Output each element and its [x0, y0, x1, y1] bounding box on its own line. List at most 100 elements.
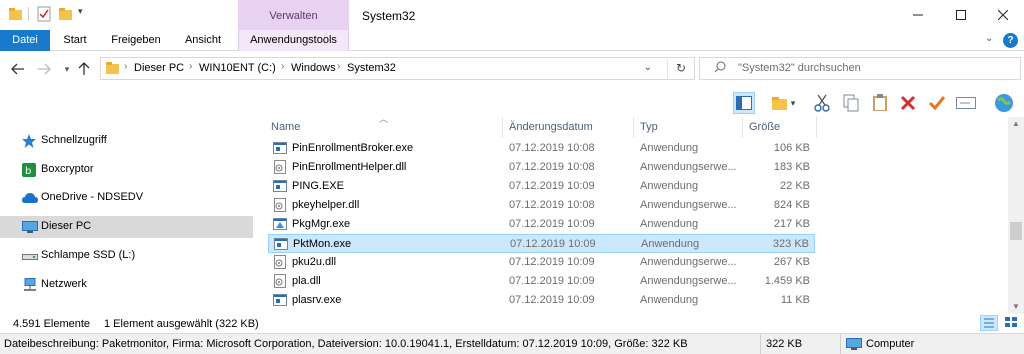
nav-item-this-pc[interactable]: Dieser PC: [0, 216, 253, 238]
maximize-icon: [956, 10, 966, 20]
column-divider[interactable]: [633, 117, 634, 138]
svg-text:b: b: [25, 166, 31, 177]
select-button[interactable]: [926, 92, 948, 114]
file-name: PkgMgr.exe: [292, 218, 351, 230]
rename-icon: [956, 97, 976, 109]
nav-item-label: Dieser PC: [41, 220, 92, 232]
nav-item-onedrive[interactable]: OneDrive - NDSEDV: [0, 187, 253, 209]
file-description: Dateibeschreibung: Paketmonitor, Firma: …: [4, 338, 688, 350]
details-size: 322 KB: [766, 338, 803, 350]
help-icon[interactable]: ?: [1003, 33, 1018, 48]
column-divider[interactable]: [742, 117, 743, 138]
file-name: pla.dll: [292, 275, 321, 287]
file-row[interactable]: PING.EXE 07.12.2019 10:09 Anwendung 22 K…: [268, 177, 815, 196]
breadcrumb-this-pc[interactable]: Dieser PC: [134, 62, 184, 74]
breadcrumb-separator[interactable]: ›: [281, 61, 284, 72]
file-date: 07.12.2019 10:09: [509, 256, 595, 268]
tab-start[interactable]: Start: [58, 30, 92, 51]
recent-locations-button[interactable]: ▾: [58, 60, 76, 78]
file-name: PING.EXE: [292, 180, 344, 192]
status-bar: 4.591 Elemente 1 Element ausgewählt (322…: [0, 314, 1024, 333]
tab-application-tools[interactable]: Anwendungstools: [238, 30, 349, 51]
back-button[interactable]: [9, 60, 27, 78]
maximize-button[interactable]: [938, 0, 984, 30]
sort-ascending-icon: ︿: [379, 114, 389, 124]
file-row[interactable]: PinEnrollmentHelper.dll 07.12.2019 10:08…: [268, 158, 815, 177]
nav-item-label: Boxcryptor: [41, 163, 94, 175]
column-size[interactable]: Größe: [749, 121, 780, 133]
breadcrumb-separator[interactable]: ›: [189, 61, 192, 72]
file-date: 07.12.2019 10:09: [510, 238, 596, 250]
scrollbar-thumb[interactable]: [1010, 222, 1022, 240]
folder-icon[interactable]: [8, 6, 24, 22]
scroll-up-icon[interactable]: ▲: [1012, 119, 1020, 128]
nav-item-quick-access[interactable]: Schnellzugriff: [0, 130, 253, 152]
customize-quick-access-icon[interactable]: ▾: [78, 6, 94, 22]
file-row-selected[interactable]: PktMon.exe 07.12.2019 10:09 Anwendung 32…: [268, 234, 815, 253]
arrow-right-icon: [38, 63, 51, 75]
refresh-icon[interactable]: ↻: [676, 61, 686, 75]
delete-icon: [900, 95, 916, 111]
breadcrumb-drive[interactable]: WIN10ENT (C:): [199, 62, 276, 74]
star-icon: [22, 134, 36, 148]
nav-item-ssd-drive[interactable]: Schlampe SSD (L:): [0, 245, 253, 267]
forward-button[interactable]: [35, 60, 53, 78]
breadcrumb-separator[interactable]: ›: [337, 61, 340, 72]
breadcrumb-windows[interactable]: Windows: [291, 62, 336, 74]
globe-button[interactable]: [993, 92, 1015, 114]
tiles-view-button[interactable]: [1003, 315, 1021, 331]
file-row[interactable]: plasrv.exe 07.12.2019 10:09 Anwendung 11…: [268, 291, 815, 310]
minimize-button[interactable]: [895, 0, 941, 30]
file-date: 07.12.2019 10:08: [509, 142, 595, 154]
file-type: Anwendungserwe...: [640, 199, 737, 211]
minimize-icon: [913, 14, 923, 16]
tab-file[interactable]: Datei: [0, 30, 50, 51]
column-date[interactable]: Änderungsdatum: [509, 121, 593, 133]
dropdown-icon[interactable]: ▾: [788, 92, 798, 114]
breadcrumb-system32[interactable]: System32: [347, 62, 396, 74]
nav-item-boxcryptor[interactable]: b Boxcryptor: [0, 159, 253, 181]
properties-icon[interactable]: [36, 6, 52, 22]
file-name: PktMon.exe: [293, 238, 352, 250]
divider: [667, 59, 668, 78]
new-folder-icon[interactable]: [58, 6, 74, 22]
address-bar[interactable]: › Dieser PC › WIN10ENT (C:) › Windows › …: [100, 57, 695, 80]
navigation-pane: Schnellzugriff b Boxcryptor OneDrive - N…: [0, 117, 253, 314]
tab-share[interactable]: Freigeben: [106, 30, 166, 51]
file-row[interactable]: pla.dll 07.12.2019 10:09 Anwendungserwe.…: [268, 272, 815, 291]
search-input[interactable]: "System32" durchsuchen: [699, 57, 1021, 80]
address-history-icon[interactable]: ⌄: [644, 62, 652, 73]
vertical-scrollbar[interactable]: [1008, 117, 1024, 314]
expand-ribbon-icon[interactable]: ⌄: [985, 33, 993, 44]
file-size: 106 KB: [773, 142, 810, 154]
paste-button[interactable]: [869, 92, 891, 114]
copy-button[interactable]: [840, 92, 862, 114]
breadcrumb-separator[interactable]: ›: [124, 61, 127, 72]
file-name: PinEnrollmentBroker.exe: [292, 142, 414, 154]
title-bar: [0, 0, 1024, 30]
preview-pane-button[interactable]: [733, 92, 755, 114]
column-divider[interactable]: [816, 117, 817, 138]
column-type[interactable]: Typ: [640, 121, 658, 133]
nav-item-network[interactable]: Netzwerk: [0, 274, 253, 296]
rename-button[interactable]: [955, 92, 977, 114]
details-view-button[interactable]: [980, 315, 998, 331]
file-row[interactable]: pkeyhelper.dll 07.12.2019 10:08 Anwendun…: [268, 196, 815, 215]
column-name[interactable]: Name: [271, 121, 300, 133]
file-type: Anwendungserwe...: [640, 275, 737, 287]
file-date: 07.12.2019 10:08: [509, 161, 595, 173]
tab-view[interactable]: Ansicht: [180, 30, 226, 51]
file-row[interactable]: PkgMgr.exe 07.12.2019 10:09 Anwendung 21…: [268, 215, 815, 234]
search-icon: [714, 61, 726, 76]
dll-icon: [273, 274, 287, 288]
quick-toolbar: ▾: [730, 89, 1024, 117]
file-row[interactable]: PinEnrollmentBroker.exe 07.12.2019 10:08…: [268, 139, 815, 158]
column-divider[interactable]: [502, 117, 503, 138]
up-button[interactable]: [75, 60, 93, 78]
scroll-down-icon[interactable]: ▼: [1012, 302, 1020, 311]
close-button[interactable]: [980, 0, 1024, 30]
cut-button[interactable]: [811, 92, 833, 114]
file-row[interactable]: pku2u.dll 07.12.2019 10:09 Anwendungserw…: [268, 253, 815, 272]
exe-icon: [274, 237, 288, 251]
delete-button[interactable]: [897, 92, 919, 114]
